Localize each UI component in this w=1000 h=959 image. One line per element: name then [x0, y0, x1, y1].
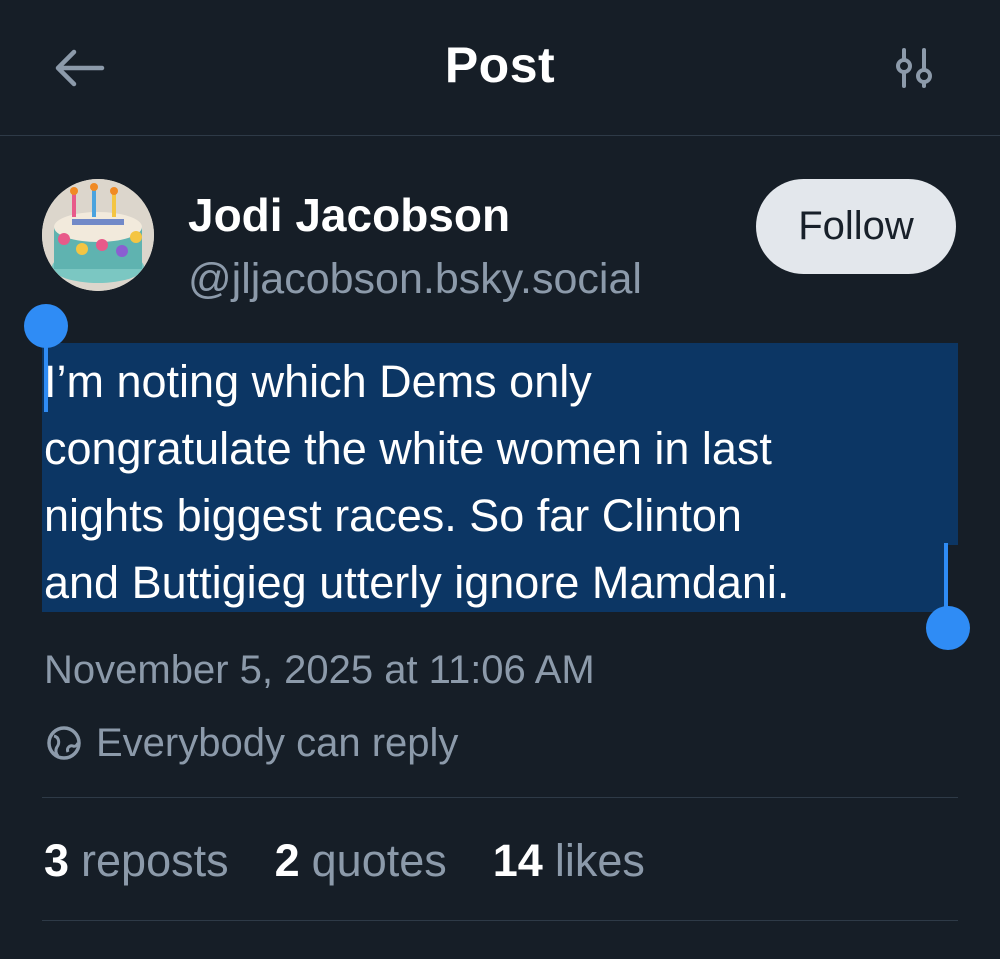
selection-start-caret	[44, 340, 48, 412]
engagement-stats: 3 reposts 2 quotes 14 likes	[44, 835, 645, 887]
author-handle[interactable]: @jljacobson.bsky.social	[188, 255, 642, 304]
divider	[42, 797, 958, 798]
avatar-cake-image	[42, 179, 154, 291]
divider	[42, 920, 958, 921]
post-text[interactable]: I’m noting which Dems only congratulate …	[44, 348, 974, 616]
globe-icon	[47, 726, 81, 760]
quotes-stat[interactable]: 2 quotes	[275, 835, 447, 887]
reply-settings-label: Everybody can reply	[96, 720, 459, 765]
reply-settings: Everybody can reply	[44, 718, 458, 768]
sliders-icon	[896, 48, 932, 88]
likes-count: 14	[492, 835, 543, 886]
page-title: Post	[444, 37, 556, 93]
selection-end-handle[interactable]	[926, 606, 970, 650]
selection-start-handle[interactable]	[24, 304, 68, 348]
author-name[interactable]: Jodi Jacobson	[188, 188, 510, 242]
reposts-stat[interactable]: 3 reposts	[44, 835, 229, 887]
author-avatar[interactable]	[42, 179, 154, 291]
post-text-line: and Buttigieg utterly ignore Mamdani.	[44, 557, 790, 608]
likes-stat[interactable]: 14 likes	[493, 835, 645, 887]
thread-settings-button[interactable]	[890, 44, 938, 92]
top-bar: Post	[0, 0, 1000, 136]
post-text-line: congratulate the white women in last	[44, 423, 772, 474]
likes-label: likes	[554, 835, 645, 886]
post-text-line: nights biggest races. So far Clinton	[44, 490, 742, 541]
post-timestamp: November 5, 2025 at 11:06 AM	[44, 648, 595, 692]
quotes-label: quotes	[311, 835, 447, 886]
quotes-count: 2	[274, 835, 300, 886]
follow-button[interactable]: Follow	[756, 179, 956, 274]
post-text-line: I’m noting which Dems only	[44, 356, 592, 407]
reposts-label: reposts	[81, 835, 229, 886]
reposts-count: 3	[44, 835, 70, 886]
